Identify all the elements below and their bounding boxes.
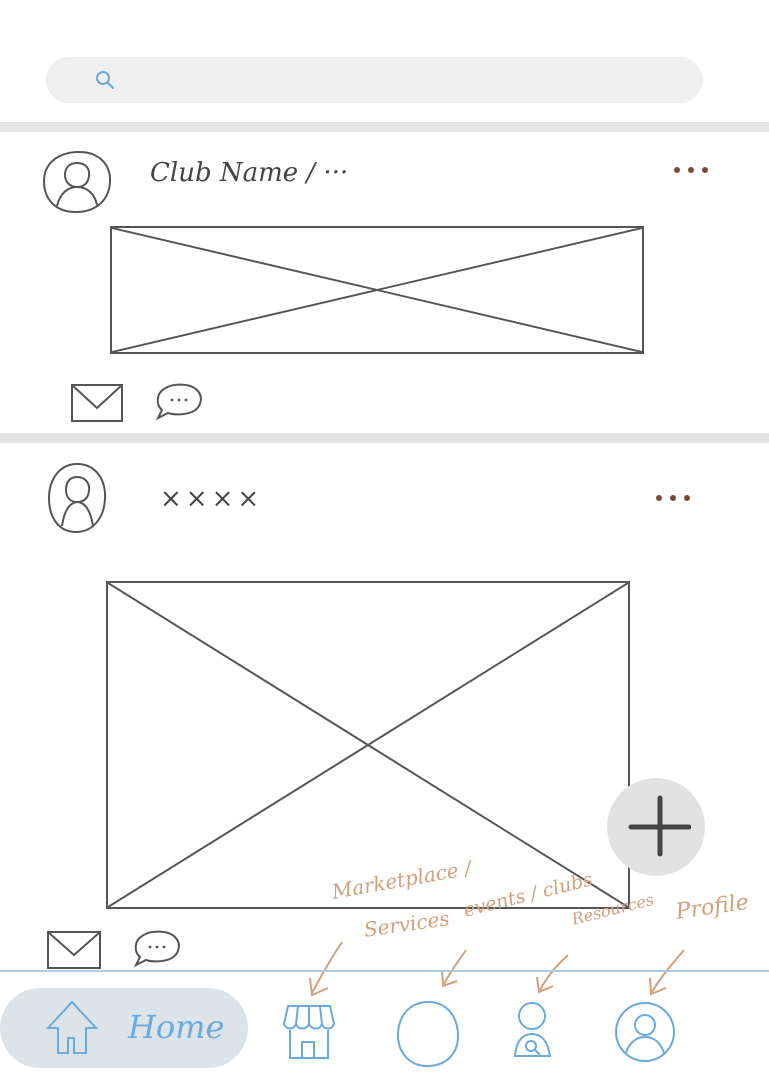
search-input[interactable] bbox=[124, 57, 688, 105]
store-icon[interactable] bbox=[282, 1000, 336, 1062]
search-bar[interactable] bbox=[46, 57, 703, 105]
image-placeholder bbox=[110, 226, 644, 354]
plus-icon bbox=[628, 795, 691, 857]
divider-top bbox=[0, 122, 769, 132]
nav-home-button[interactable]: Home bbox=[0, 988, 248, 1068]
note-services: Services bbox=[362, 906, 451, 942]
avatar-icon[interactable] bbox=[44, 460, 110, 536]
image-placeholder bbox=[106, 581, 630, 909]
add-post-button[interactable] bbox=[607, 778, 705, 876]
divider-middle bbox=[0, 433, 769, 443]
comment-icon[interactable] bbox=[152, 380, 206, 422]
comment-icon[interactable] bbox=[130, 928, 184, 968]
nav-home-label: Home bbox=[128, 1008, 225, 1046]
circle-icon[interactable] bbox=[394, 998, 462, 1070]
post-author-name[interactable]: ×××× bbox=[160, 484, 263, 514]
profile-icon[interactable] bbox=[612, 1000, 678, 1064]
post-author-name[interactable]: Club Name / ··· bbox=[150, 158, 348, 188]
note-profile: Profile bbox=[674, 889, 751, 925]
home-icon bbox=[45, 1000, 99, 1054]
feed-screen: Club Name / ··· ×××× Marketplace / Servi… bbox=[0, 0, 769, 1091]
more-dots-icon[interactable] bbox=[652, 488, 698, 508]
search-icon bbox=[96, 71, 115, 90]
mail-icon[interactable] bbox=[46, 929, 102, 971]
avatar-icon[interactable] bbox=[40, 148, 114, 216]
bottom-nav-divider bbox=[0, 970, 769, 972]
more-dots-icon[interactable] bbox=[670, 160, 716, 180]
mail-icon[interactable] bbox=[70, 382, 124, 424]
resources-icon[interactable] bbox=[510, 1000, 554, 1060]
